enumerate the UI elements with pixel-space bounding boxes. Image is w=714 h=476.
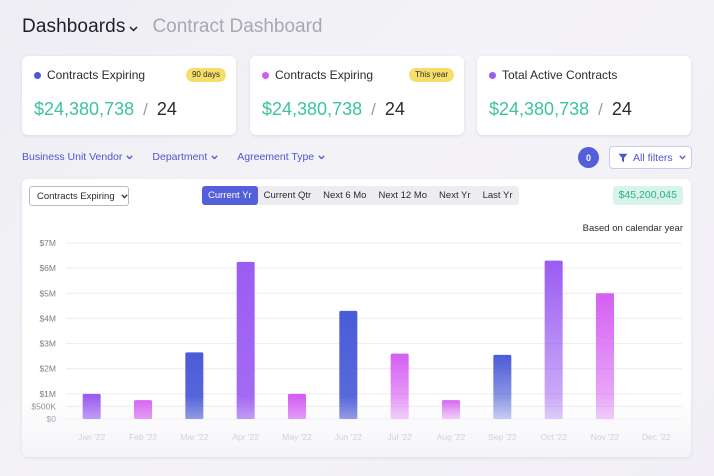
tab-current-qtr[interactable]: Current Qtr xyxy=(258,186,318,205)
tab-last-yr[interactable]: Last Yr xyxy=(477,186,519,205)
total-amount-badge: $45,200,045 xyxy=(612,186,683,205)
y-tick-label: $2M xyxy=(39,364,56,374)
tab-next-12-mo[interactable]: Next 12 Mo xyxy=(372,186,433,205)
filter-bar: Business Unit Vendor Department Agreemen… xyxy=(22,151,325,163)
x-tick-label: Jul '22 xyxy=(388,432,413,442)
chevron-down-icon xyxy=(129,25,138,32)
card-label: Total Active Contracts xyxy=(502,68,618,82)
active-filter-count: 0 xyxy=(578,147,599,168)
separator: / xyxy=(143,100,148,119)
filter-department[interactable]: Department xyxy=(152,151,218,163)
y-tick-label: $0 xyxy=(47,414,57,424)
card-count: 24 xyxy=(156,99,177,119)
bar[interactable] xyxy=(390,353,409,419)
bar[interactable] xyxy=(236,261,255,419)
series-dot-icon xyxy=(489,71,496,79)
filter-label: Department xyxy=(152,151,208,163)
filter-label: Agreement Type xyxy=(237,151,315,163)
x-tick-label: Nov '22 xyxy=(591,432,620,442)
calendar-note: Based on calendar year xyxy=(582,223,683,234)
card-contracts-expiring-90-days[interactable]: Contracts Expiring 90 days $24,380,738 /… xyxy=(22,56,236,135)
filter-business-unit-vendor[interactable]: Business Unit Vendor xyxy=(22,151,134,163)
bar-chart: $0 $500K $1M $2M $3M $4M $5M $6M $7M Jan '22 Feb '… xyxy=(31,238,682,442)
x-tick-label: Apr '22 xyxy=(232,432,259,442)
dashboards-menu[interactable]: Dashboards xyxy=(22,16,138,38)
x-tick-label: Mar '22 xyxy=(180,432,208,442)
x-tick-label: Jun '22 xyxy=(335,432,362,442)
bar[interactable] xyxy=(288,393,306,419)
separator: / xyxy=(598,100,603,119)
tab-next-6-mo[interactable]: Next 6 Mo xyxy=(317,186,372,205)
x-tick-label: May '22 xyxy=(282,432,312,442)
tab-next-yr[interactable]: Next Yr xyxy=(433,186,477,205)
card-count: 24 xyxy=(384,99,405,119)
x-tick-label: Dec '22 xyxy=(642,432,671,442)
chevron-down-icon xyxy=(211,154,218,160)
filter-icon xyxy=(618,153,628,162)
filter-label: Business Unit Vendor xyxy=(22,151,123,163)
card-label: Contracts Expiring xyxy=(47,68,146,82)
separator: / xyxy=(371,100,376,119)
y-tick-label: $4M xyxy=(39,313,56,323)
bar[interactable] xyxy=(82,393,101,419)
bar[interactable] xyxy=(185,352,204,419)
x-tick-label: Sep '22 xyxy=(488,432,517,442)
chevron-down-icon xyxy=(120,193,128,199)
page-title: Contract Dashboard xyxy=(152,16,323,37)
period-tabs: Current Yr Current Qtr Next 6 Mo Next 12… xyxy=(202,186,519,205)
dashboards-title: Dashboards xyxy=(22,16,126,37)
chevron-down-icon xyxy=(318,154,325,160)
x-tick-label: Jan '22 xyxy=(78,432,105,442)
card-amount: $24,380,738 xyxy=(262,99,363,119)
bar[interactable] xyxy=(493,354,512,419)
all-filters-label: All filters xyxy=(633,151,673,164)
y-tick-label: $6M xyxy=(39,263,56,273)
header: Dashboards Contract Dashboard xyxy=(22,14,323,40)
card-count: 24 xyxy=(611,99,632,119)
card-label: Contracts Expiring xyxy=(275,68,374,82)
y-tick-label: $5M xyxy=(39,288,56,298)
tab-current-yr[interactable]: Current Yr xyxy=(202,186,258,205)
bar[interactable] xyxy=(596,293,614,419)
chevron-down-icon xyxy=(126,154,134,160)
y-tick-label: $3M xyxy=(39,339,56,349)
x-tick-label: Feb '22 xyxy=(129,432,157,442)
card-amount: $24,380,738 xyxy=(489,99,590,119)
card-total-active-contracts[interactable]: Total Active Contracts $24,380,738 / 24 xyxy=(477,56,691,135)
bar[interactable] xyxy=(134,400,152,419)
y-tick-label: $7M xyxy=(39,238,56,248)
bar[interactable] xyxy=(544,260,563,419)
bar[interactable] xyxy=(442,400,460,419)
series-dot-icon xyxy=(34,71,41,79)
period-badge: This year xyxy=(409,68,454,82)
period-badge: 90 days xyxy=(185,68,226,82)
y-tick-label: $1M xyxy=(39,389,56,399)
bar[interactable] xyxy=(339,310,358,419)
x-tick-label: Oct '22 xyxy=(540,432,567,442)
chart-panel: $0 $500K $1M $2M $3M $4M $5M $6M $7M Jan '22 Feb '… xyxy=(22,179,691,457)
x-tick-label: Aug '22 xyxy=(437,432,466,442)
metric-select[interactable]: Contracts Expiring xyxy=(29,186,129,206)
card-amount: $24,380,738 xyxy=(34,99,135,119)
y-tick-label: $500K xyxy=(31,401,56,411)
all-filters-button[interactable]: All filters xyxy=(609,146,692,169)
card-contracts-expiring-this-year[interactable]: Contracts Expiring This year $24,380,738… xyxy=(250,56,464,135)
chevron-down-icon xyxy=(679,155,686,160)
filter-agreement-type[interactable]: Agreement Type xyxy=(237,151,325,163)
series-dot-icon xyxy=(262,71,269,79)
metric-select-value: Contracts Expiring xyxy=(37,190,115,202)
